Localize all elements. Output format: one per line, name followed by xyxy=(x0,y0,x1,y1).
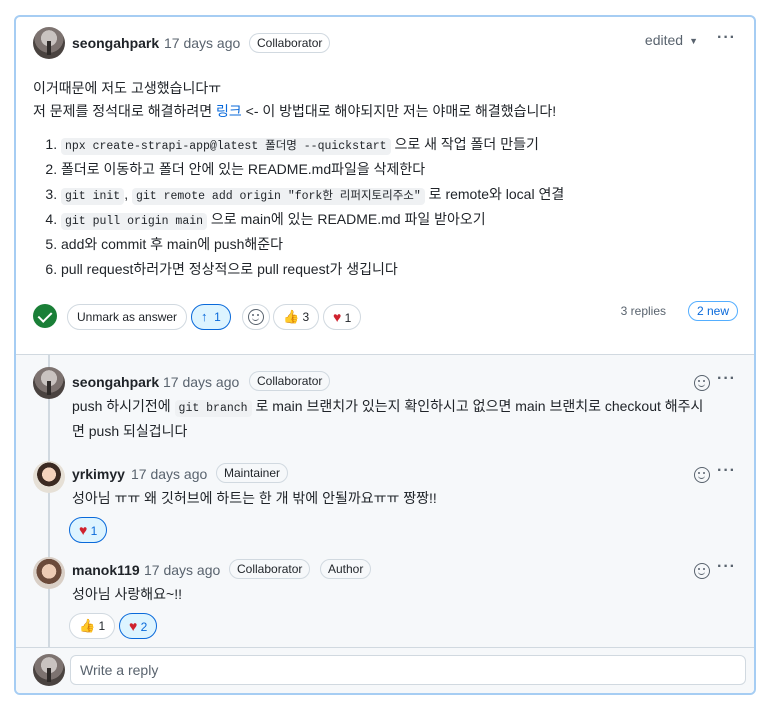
heart-icon: ♥ xyxy=(333,309,342,325)
comment-body: 이거때문에 저도 고생했습니다ㅠ 저 문제를 정석대로 해결하려면 링크 <- … xyxy=(33,77,733,123)
reply-time[interactable]: 17 days ago xyxy=(131,466,207,482)
avatar[interactable] xyxy=(33,461,65,493)
main-comment: seongahpark 17 days ago Collaborator edi… xyxy=(16,17,754,354)
step-text: 폴더로 이동하고 폴더 안에 있는 README.md파일을 삭제한다 xyxy=(61,161,426,177)
heart-reaction[interactable]: ♥ 1 xyxy=(323,304,362,330)
list-item: add와 commit 후 main에 push해준다 xyxy=(61,234,733,259)
line2-before: 저 문제를 정석대로 해결하려면 xyxy=(33,103,216,119)
reply-text: 로 main 브랜치가 있는지 확인하시고 없으면 main 브랜치로 chec… xyxy=(251,398,704,414)
smiley-icon[interactable] xyxy=(694,375,710,391)
inline-code: npx create-strapi-app@latest 폴더명 --quick… xyxy=(61,138,391,155)
reply-text: push 하시기전에 xyxy=(72,398,175,414)
edited-label: edited xyxy=(644,32,684,48)
reaction-count: 2 xyxy=(140,620,148,634)
heart-icon: ♥ xyxy=(129,618,138,634)
step-text: 으로 새 작업 폴더 만들기 xyxy=(390,136,539,152)
avatar[interactable] xyxy=(33,557,65,589)
reaction-count: 1 xyxy=(98,619,106,633)
discussion-comment-card: seongahpark 17 days ago Collaborator edi… xyxy=(14,15,756,695)
heart-reaction[interactable]: ♥ 1 xyxy=(69,517,108,543)
kebab-horizontal-icon[interactable]: ··· xyxy=(717,29,736,47)
reaction-count: 1 xyxy=(90,524,98,538)
guide-link[interactable]: 링크 xyxy=(216,103,242,119)
reply-author[interactable]: manok119 xyxy=(72,562,140,578)
step-separator: , xyxy=(124,186,132,202)
thumbs-up-reaction[interactable]: 👍 1 xyxy=(69,613,116,639)
heart-reaction[interactable]: ♥ 2 xyxy=(119,613,158,639)
avatar[interactable] xyxy=(33,367,65,399)
list-item: git init, git remote add origin "fork한 리… xyxy=(61,184,733,209)
inline-code: git remote add origin "fork한 리퍼지토리주소" xyxy=(132,188,425,205)
edited-dropdown[interactable]: edited ▼ xyxy=(645,32,698,48)
steps-list: npx create-strapi-app@latest 폴더명 --quick… xyxy=(33,134,733,284)
reply-body: 성아님 사랑해요~!! xyxy=(72,586,183,602)
collaborator-badge: Collaborator xyxy=(249,33,331,53)
replies-count: 3 replies xyxy=(620,304,666,318)
avatar xyxy=(33,654,65,686)
step-text: 으로 main에 있는 README.md 파일 받아오기 xyxy=(207,211,486,227)
collaborator-badge: Collaborator xyxy=(249,371,331,391)
comment-line-1: 이거때문에 저도 고생했습니다ㅠ xyxy=(33,80,222,96)
list-item: npx create-strapi-app@latest 폴더명 --quick… xyxy=(61,134,733,159)
comment-line-2: 저 문제를 정석대로 해결하려면 링크 <- 이 방법대로 해야되지만 저는 야… xyxy=(33,100,733,123)
kebab-horizontal-icon[interactable]: ··· xyxy=(717,370,736,388)
add-reaction-button[interactable] xyxy=(242,304,270,330)
reply-composer xyxy=(16,647,754,693)
thumbs-up-reaction[interactable]: 👍 3 xyxy=(273,304,320,330)
inline-code: git pull origin main xyxy=(61,213,208,230)
smiley-icon xyxy=(248,309,264,325)
avatar[interactable] xyxy=(33,27,65,59)
kebab-horizontal-icon[interactable]: ··· xyxy=(717,462,736,480)
reply-input[interactable] xyxy=(70,655,746,685)
reply-body: 성아님 ㅠㅠ 왜 깃허브에 하트는 한 개 밖에 안될까요ㅠㅠ 짱짱!! xyxy=(72,490,437,506)
replies-section: seongahpark 17 days ago Collaborator ···… xyxy=(16,354,754,648)
author-badge: Author xyxy=(320,559,372,579)
maintainer-badge: Maintainer xyxy=(216,463,289,483)
upvote-count: 1 xyxy=(214,310,221,324)
inline-code: git branch xyxy=(174,400,252,417)
reply-author[interactable]: yrkimyy xyxy=(72,466,125,482)
list-item: git pull origin main 으로 main에 있는 README.… xyxy=(61,209,733,234)
comment-time[interactable]: 17 days ago xyxy=(164,35,240,51)
heart-icon: ♥ xyxy=(79,522,88,538)
step-text: add와 commit 후 main에 push해준다 xyxy=(61,236,284,252)
arrow-up-icon: ↑ xyxy=(201,309,208,324)
reaction-count: 1 xyxy=(344,311,352,325)
chevron-down-icon: ▼ xyxy=(689,36,698,47)
reply-time[interactable]: 17 days ago xyxy=(163,374,239,390)
upvote-button[interactable]: ↑ 1 xyxy=(191,304,231,330)
list-item: pull request하러가면 정상적으로 pull request가 생깁니… xyxy=(61,259,733,284)
step-text: 로 remote와 local 연결 xyxy=(424,186,565,202)
thumbs-up-icon: 👍 xyxy=(283,309,300,324)
inline-code: git init xyxy=(61,188,125,205)
smiley-icon[interactable] xyxy=(694,467,710,483)
thumbs-up-icon: 👍 xyxy=(79,618,96,633)
reply-text: 면 push 되실겁니다 xyxy=(72,423,188,439)
unmark-answer-button[interactable]: Unmark as answer xyxy=(67,304,188,330)
kebab-horizontal-icon[interactable]: ··· xyxy=(717,558,736,576)
list-item: 폴더로 이동하고 폴더 안에 있는 README.md파일을 삭제한다 xyxy=(61,159,733,184)
step-text: pull request하러가면 정상적으로 pull request가 생깁니… xyxy=(61,261,398,277)
line2-after: <- 이 방법대로 해야되지만 저는 야매로 해결했습니다! xyxy=(241,103,557,119)
check-circle-icon xyxy=(33,304,57,328)
reply-author[interactable]: seongahpark xyxy=(72,374,159,390)
comment-author[interactable]: seongahpark xyxy=(72,35,159,51)
collaborator-badge: Collaborator xyxy=(229,559,311,579)
reply-body: push 하시기전에 git branch 로 main 브랜치가 있는지 확인… xyxy=(72,395,742,442)
new-replies-badge[interactable]: 2 new xyxy=(687,301,738,321)
smiley-icon[interactable] xyxy=(694,563,710,579)
reaction-count: 3 xyxy=(302,310,310,324)
reply-time[interactable]: 17 days ago xyxy=(144,562,220,578)
